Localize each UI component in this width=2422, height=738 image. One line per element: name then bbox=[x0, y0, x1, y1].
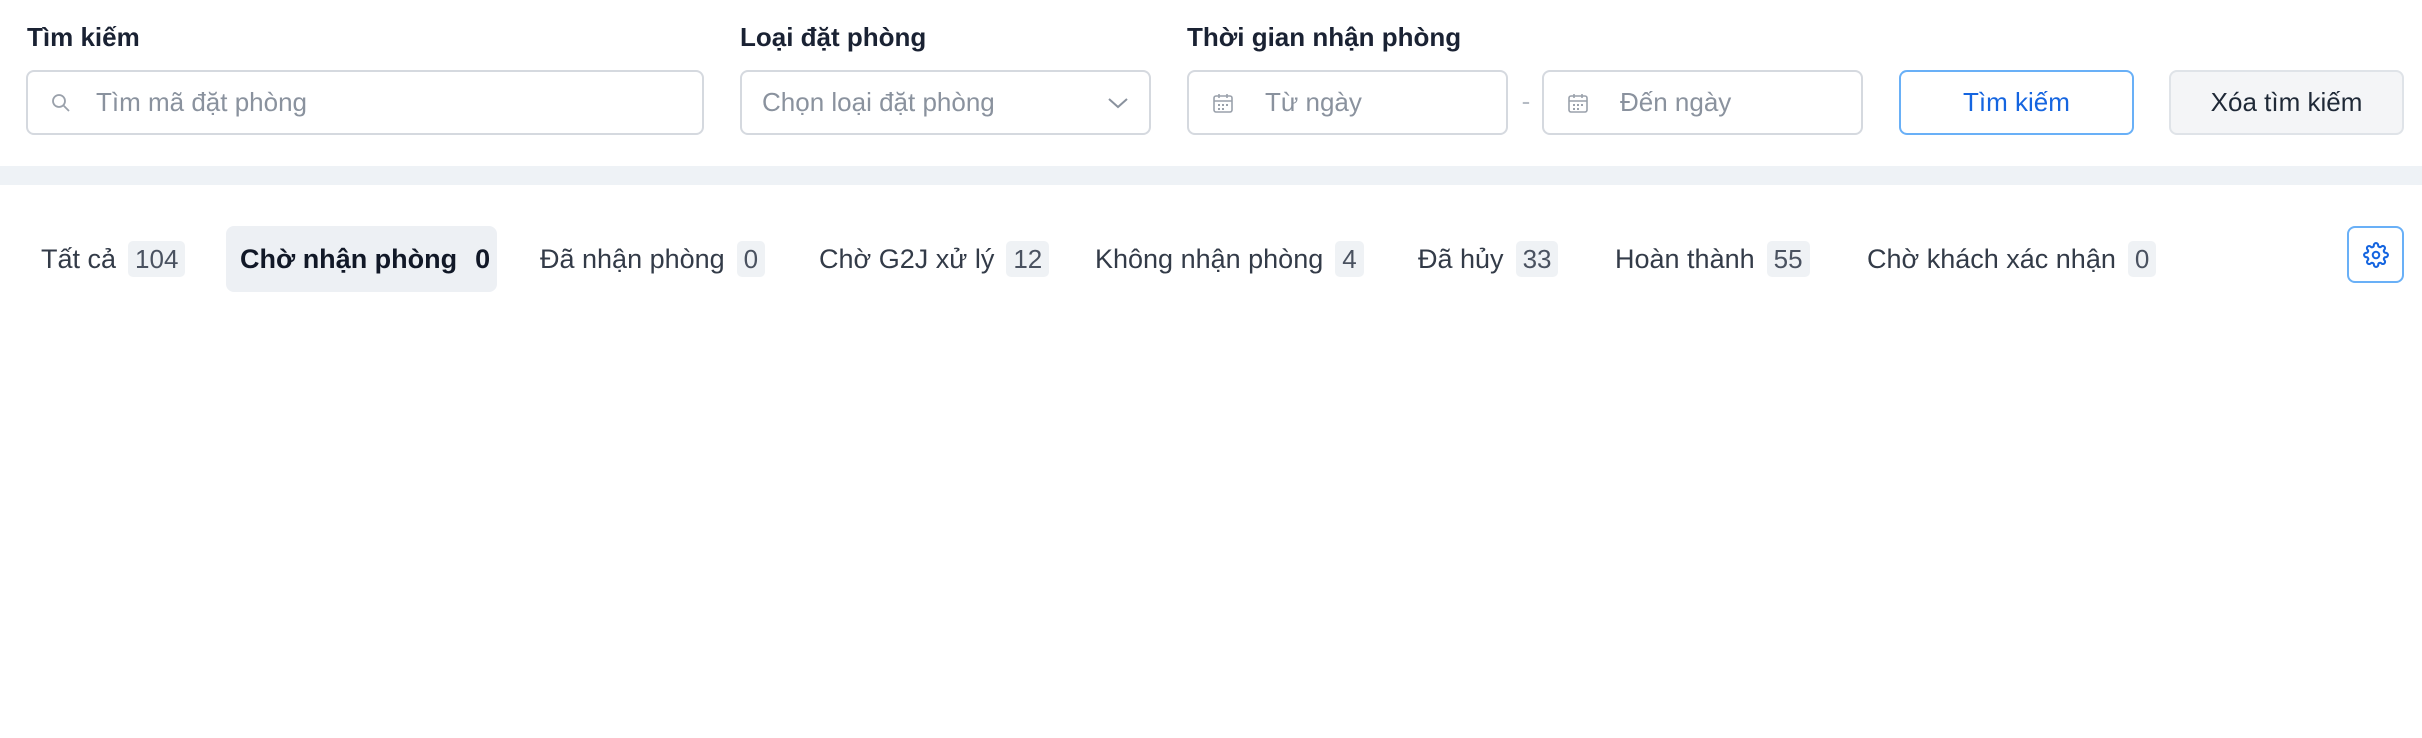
tab-label: Hoàn thành bbox=[1615, 243, 1755, 274]
tab-label: Đã hủy bbox=[1418, 243, 1504, 274]
clear-search-button[interactable]: Xóa tìm kiếm bbox=[2169, 70, 2404, 135]
search-input[interactable]: Tìm mã đặt phòng bbox=[26, 70, 704, 135]
tab-count-badge: 0 bbox=[2127, 241, 2157, 277]
booking-type-select[interactable]: Chọn loại đặt phòng bbox=[740, 70, 1151, 135]
calendar-icon bbox=[1211, 92, 1235, 114]
search-label: Tìm kiếm bbox=[27, 22, 140, 52]
tab-awaiting-guest-confirm[interactable]: Chờ khách xác nhận 0 bbox=[1867, 226, 2157, 292]
tab-label: Chờ G2J xử lý bbox=[819, 243, 995, 274]
checkin-time-label: Thời gian nhận phòng bbox=[1187, 22, 1462, 52]
date-range-separator: - bbox=[1521, 86, 1531, 116]
tab-all[interactable]: Tất cả 104 bbox=[41, 226, 186, 292]
tab-awaiting-g2j[interactable]: Chờ G2J xử lý 12 bbox=[819, 226, 1050, 292]
tab-completed[interactable]: Hoàn thành 55 bbox=[1615, 226, 1810, 292]
booking-type-label: Loại đặt phòng bbox=[740, 22, 927, 52]
tab-label: Chờ khách xác nhận bbox=[1867, 243, 2116, 274]
tab-label: Không nhận phòng bbox=[1095, 243, 1324, 274]
date-to-placeholder: Đến ngày bbox=[1620, 87, 1732, 117]
search-icon bbox=[50, 93, 72, 113]
search-button[interactable]: Tìm kiếm bbox=[1899, 70, 2134, 135]
status-tabs: Tất cả 104 Chờ nhận phòng 0 Đã nhận phòn… bbox=[0, 226, 2422, 292]
calendar-icon bbox=[1566, 92, 1590, 114]
tab-checked-in[interactable]: Đã nhận phòng 0 bbox=[540, 226, 766, 292]
tab-label: Chờ nhận phòng bbox=[240, 243, 458, 274]
chevron-down-icon bbox=[1107, 96, 1129, 110]
search-placeholder: Tìm mã đặt phòng bbox=[96, 87, 307, 117]
tab-count-badge: 0 bbox=[736, 241, 766, 277]
section-divider bbox=[0, 166, 2422, 185]
tab-count-badge: 33 bbox=[1515, 241, 1559, 277]
tab-count-badge: 12 bbox=[1006, 241, 1050, 277]
filter-bar: Tìm kiếm Tìm mã đặt phòng Loại đặt phòng… bbox=[0, 0, 2422, 166]
date-to-input[interactable]: Đến ngày bbox=[1542, 70, 1863, 135]
tab-count-badge: 55 bbox=[1766, 241, 1810, 277]
date-from-input[interactable]: Từ ngày bbox=[1187, 70, 1508, 135]
tab-no-show[interactable]: Không nhận phòng 4 bbox=[1095, 226, 1364, 292]
tab-cancelled[interactable]: Đã hủy 33 bbox=[1418, 226, 1559, 292]
tab-count-badge: 4 bbox=[1335, 241, 1364, 277]
tab-count-badge: 0 bbox=[475, 244, 491, 274]
booking-type-placeholder: Chọn loại đặt phòng bbox=[762, 87, 995, 117]
gear-icon bbox=[2362, 241, 2389, 268]
tab-awaiting-checkin[interactable]: Chờ nhận phòng 0 bbox=[226, 226, 497, 292]
tab-label: Tất cả bbox=[41, 243, 117, 274]
tab-count-badge: 104 bbox=[128, 241, 186, 277]
date-from-placeholder: Từ ngày bbox=[1265, 87, 1362, 117]
tab-label: Đã nhận phòng bbox=[540, 243, 725, 274]
table-settings-button[interactable] bbox=[2347, 226, 2404, 283]
